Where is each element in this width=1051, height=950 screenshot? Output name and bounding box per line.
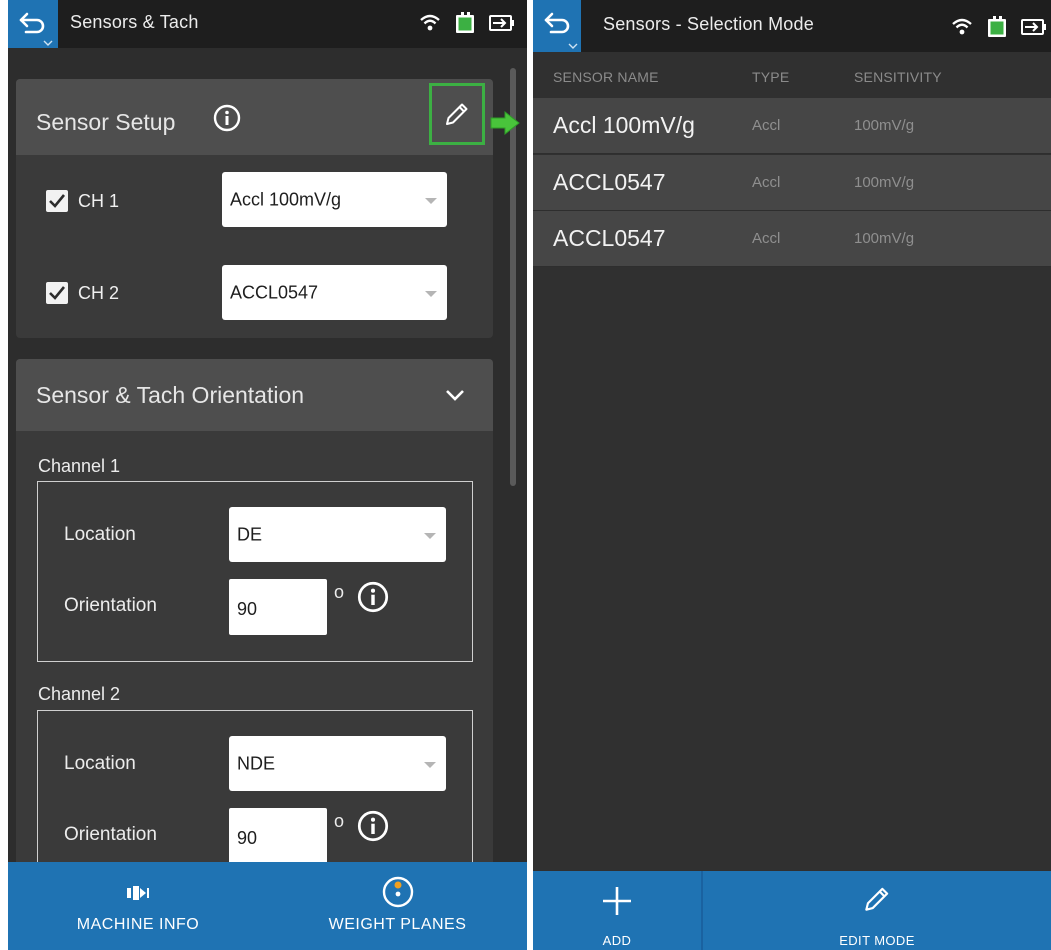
dropdown-caret-icon: [425, 197, 437, 204]
sensor-name: ACCL0547: [553, 225, 666, 251]
ch1-row[interactable]: CH 1: [46, 190, 119, 212]
info-icon[interactable]: [357, 581, 389, 613]
machine-icon: [127, 886, 149, 900]
edit-mode-button[interactable]: EDIT MODE: [703, 871, 1051, 950]
degree-symbol: o: [334, 811, 345, 831]
plus-icon: [603, 887, 631, 915]
degree-symbol: o: [334, 582, 345, 602]
weight-planes-label: WEIGHT PLANES: [328, 916, 467, 933]
battery-icon: [456, 12, 474, 33]
weight-planes-button[interactable]: WEIGHT PLANES: [268, 862, 527, 950]
sensor-list-header: SENSOR NAME TYPE SENSITIVITY: [533, 52, 1051, 98]
back-arrow-icon: [19, 12, 45, 34]
channel1-orientation-input[interactable]: 90: [229, 579, 327, 635]
sensor-setup-header: Sensor Setup: [16, 79, 493, 155]
dropdown-caret-icon: [424, 761, 436, 768]
sensor-type: Accl: [752, 230, 781, 247]
sensors-selection-screen: Sensors - Selection Mode SENSOR NAME TYP…: [533, 0, 1051, 950]
sensor-type: Accl: [752, 117, 781, 134]
checkmark-icon: [49, 194, 66, 208]
channel1-location-label: Location: [64, 524, 136, 545]
edit-mode-label: EDIT MODE: [839, 933, 915, 948]
ch1-label: CH 1: [78, 190, 120, 211]
ch2-label: CH 2: [78, 282, 120, 303]
machine-info-button[interactable]: MACHINE INFO: [8, 862, 268, 950]
screen-title: Sensors & Tach: [70, 12, 199, 32]
channel2-location-value: NDE: [237, 753, 276, 773]
column-header-sensitivity: SENSITIVITY: [854, 69, 942, 85]
chevron-down-icon: [568, 43, 578, 49]
channel2-orientation-label: Orientation: [64, 824, 157, 845]
sensor-setup-title: Sensor Setup: [36, 109, 176, 135]
sensor-name: Accl 100mV/g: [553, 112, 695, 138]
back-button[interactable]: [533, 0, 581, 52]
info-icon[interactable]: [357, 810, 389, 842]
pencil-icon: [446, 103, 468, 125]
edit-button-highlight[interactable]: [429, 83, 485, 145]
back-arrow-icon: [544, 12, 570, 34]
add-label: ADD: [602, 933, 632, 948]
sensor-sensitivity: 100mV/g: [854, 174, 915, 191]
info-icon[interactable]: [213, 104, 241, 132]
sensor-sensitivity: 100mV/g: [854, 230, 915, 247]
sensor-row[interactable]: ACCL0547 Accl 100mV/g: [533, 155, 1051, 211]
column-header-sensor-name: SENSOR NAME: [553, 69, 659, 85]
channel2-box: Location NDE Orientation 90 o: [37, 710, 473, 879]
status-icons: [419, 12, 515, 34]
sensor-row[interactable]: Accl 100mV/g Accl 100mV/g: [533, 98, 1051, 154]
ch2-checkbox[interactable]: [46, 282, 68, 304]
chevron-down-icon: [43, 40, 53, 46]
bottom-nav: MACHINE INFO WEIGHT PLANES: [8, 862, 527, 950]
dropdown-caret-icon: [424, 532, 436, 539]
sensor-type: Accl: [752, 174, 781, 191]
charging-icon: [489, 15, 514, 31]
sensor-row[interactable]: ACCL0547 Accl 100mV/g: [533, 211, 1051, 267]
status-bar: Sensors - Selection Mode: [533, 0, 1051, 52]
channel2-location-label: Location: [64, 753, 136, 774]
screen-title: Sensors - Selection Mode: [603, 14, 814, 34]
channel2-label: Channel 2: [38, 684, 121, 704]
wifi-icon: [420, 14, 440, 31]
ch1-sensor-dropdown[interactable]: Accl 100mV/g: [222, 172, 447, 227]
back-button[interactable]: [8, 0, 58, 48]
sensor-setup-card: Sensor Setup CH 1 Accl 100mV/g CH 2 ACCL…: [16, 79, 493, 338]
channel1-label: Channel 1: [38, 456, 121, 476]
orientation-card: Sensor & Tach Orientation Channel 1 Loca…: [16, 359, 493, 879]
sensors-tach-screen: Sensors & Tach Sensor Setup CH 1 Accl 10…: [8, 0, 527, 950]
weight-plane-icon: [382, 876, 413, 908]
status-icons: [951, 16, 1047, 38]
orientation-title: Sensor & Tach Orientation: [36, 382, 305, 408]
sensor-name: ACCL0547: [553, 169, 666, 195]
channel2-location-dropdown[interactable]: NDE: [229, 736, 446, 791]
chevron-down-icon: [446, 390, 464, 401]
charging-icon: [1021, 19, 1046, 35]
orientation-header[interactable]: Sensor & Tach Orientation: [16, 359, 493, 431]
channel1-location-value: DE: [237, 524, 263, 544]
channel2-orientation-input[interactable]: 90: [229, 808, 327, 864]
bottom-nav: ADD EDIT MODE: [533, 871, 1051, 950]
ch1-checkbox[interactable]: [46, 190, 68, 212]
pencil-icon: [865, 887, 889, 911]
status-bar: Sensors & Tach: [8, 0, 527, 48]
dropdown-caret-icon: [425, 290, 437, 297]
ch2-sensor-dropdown[interactable]: ACCL0547: [222, 265, 447, 320]
machine-info-label: MACHINE INFO: [76, 916, 200, 933]
ch2-row[interactable]: CH 2: [46, 282, 119, 304]
ch1-sensor-value: Accl 100mV/g: [230, 189, 342, 209]
battery-icon: [988, 16, 1006, 37]
wifi-icon: [952, 18, 972, 35]
ch2-sensor-value: ACCL0547: [230, 282, 319, 302]
channel1-orientation-label: Orientation: [64, 595, 157, 616]
channel1-location-dropdown[interactable]: DE: [229, 507, 446, 562]
channel1-orientation-value: 90: [237, 599, 258, 619]
channel2-orientation-value: 90: [237, 828, 258, 848]
column-header-type: TYPE: [752, 69, 790, 85]
sensor-sensitivity: 100mV/g: [854, 117, 915, 134]
add-button[interactable]: ADD: [533, 871, 701, 950]
channel1-box: Location DE Orientation 90 o: [37, 481, 473, 662]
arrow-right-icon: [490, 110, 520, 136]
checkmark-icon: [49, 286, 66, 300]
